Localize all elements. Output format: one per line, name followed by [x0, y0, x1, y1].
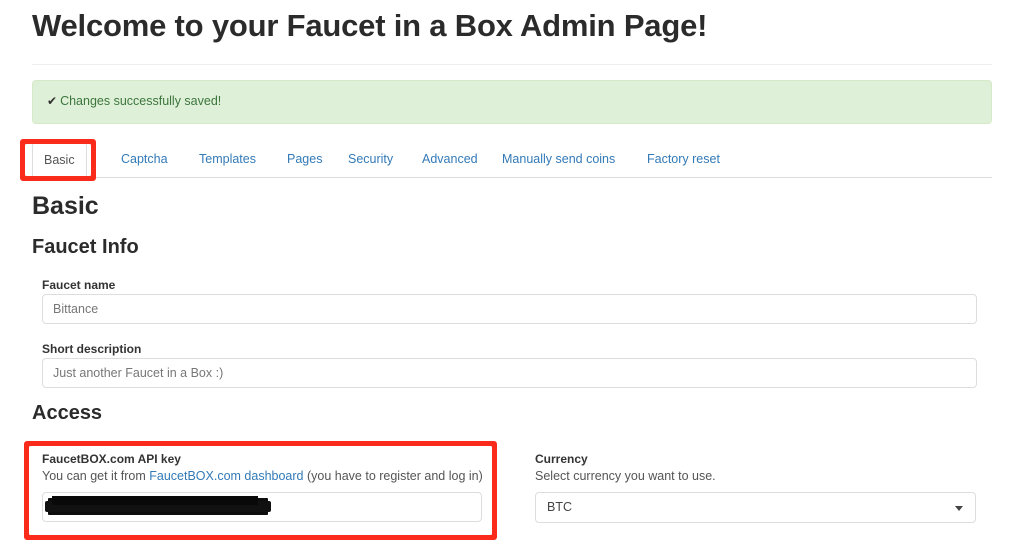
api-key-help: You can get it from FaucetBOX.com dashbo…: [42, 469, 483, 483]
tab-advanced-label: Advanced: [422, 152, 478, 166]
tab-factory-reset[interactable]: Factory reset: [636, 142, 731, 177]
admin-page: Welcome to your Faucet in a Box Admin Pa…: [0, 0, 1024, 549]
tab-captcha-label: Captcha: [121, 152, 168, 166]
tab-manually-send-coins-label: Manually send coins: [502, 152, 616, 166]
success-alert: ✔ Changes successfully saved!: [32, 80, 992, 124]
tab-templates[interactable]: Templates: [188, 142, 267, 177]
tab-basic[interactable]: Basic: [32, 142, 87, 177]
success-alert-message: Changes successfully saved!: [60, 94, 222, 108]
title-divider: [32, 64, 992, 65]
section-heading-basic: Basic: [32, 192, 99, 220]
short-description-input[interactable]: [42, 358, 977, 388]
page-title: Welcome to your Faucet in a Box Admin Pa…: [32, 8, 708, 43]
short-description-label: Short description: [42, 342, 142, 356]
chevron-down-icon: [955, 506, 963, 511]
tab-security-label: Security: [348, 152, 394, 166]
tab-basic-label: Basic: [44, 153, 75, 167]
tab-advanced[interactable]: Advanced: [411, 142, 489, 177]
tab-bar: Basic Captcha Templates Pages Security A…: [32, 142, 992, 178]
tab-factory-reset-label: Factory reset: [647, 152, 720, 166]
api-key-help-prefix: You can get it from: [42, 469, 150, 483]
tab-pages-label: Pages: [287, 152, 323, 166]
tab-templates-label: Templates: [199, 152, 256, 166]
api-key-label: FaucetBOX.com API key: [42, 452, 181, 466]
currency-select[interactable]: BTC: [535, 492, 976, 523]
tab-security[interactable]: Security: [337, 142, 404, 177]
tab-pages[interactable]: Pages: [276, 142, 333, 177]
faucetbox-dashboard-link[interactable]: FaucetBOX.com dashboard: [149, 469, 303, 483]
api-key-help-suffix: (you have to register and log in): [303, 469, 483, 483]
api-key-redaction-mark: [45, 496, 271, 515]
currency-label: Currency: [535, 452, 588, 466]
section-heading-faucet-info: Faucet Info: [32, 236, 139, 258]
faucet-name-label: Faucet name: [42, 278, 116, 292]
faucet-name-input[interactable]: [42, 294, 977, 324]
currency-select-value: BTC: [547, 500, 572, 514]
check-icon: ✔: [47, 94, 58, 108]
tab-captcha[interactable]: Captcha: [110, 142, 179, 177]
tab-manually-send-coins[interactable]: Manually send coins: [491, 142, 626, 177]
section-heading-access: Access: [32, 402, 103, 424]
success-alert-text: ✔ Changes successfully saved!: [47, 94, 221, 108]
currency-help: Select currency you want to use.: [535, 469, 716, 483]
